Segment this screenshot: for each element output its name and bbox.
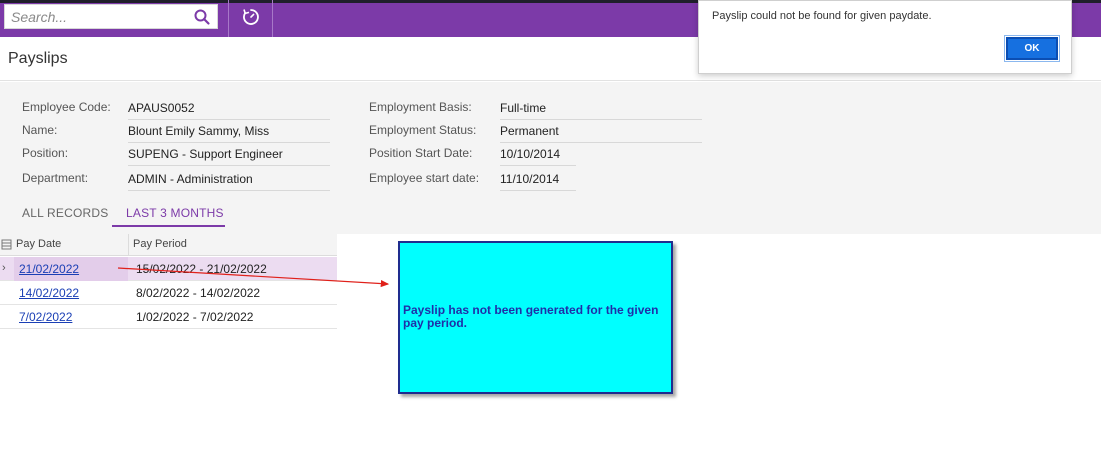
annotation-callout: Payslip has not been generated for the g… (398, 241, 673, 394)
employment-status-value: Permanent (500, 124, 702, 143)
dialog-message: Payslip could not be found for given pay… (712, 10, 932, 22)
table-row[interactable]: › 21/02/2022 15/02/2022 - 21/02/2022 (0, 257, 337, 281)
page-title: Payslips (8, 50, 68, 67)
toolbar-divider (228, 0, 229, 37)
grid-header: Pay Date Pay Period (0, 234, 337, 256)
name-value: Blount Emily Sammy, Miss (128, 124, 330, 143)
callout-text: Payslip has not been generated for the g… (403, 303, 659, 330)
table-row[interactable]: 7/02/2022 1/02/2022 - 7/02/2022 (0, 305, 337, 329)
grid-settings-icon[interactable] (1, 239, 12, 250)
search-input[interactable] (11, 8, 191, 26)
pay-date-link[interactable]: 21/02/2022 (19, 262, 79, 276)
search-icon[interactable] (193, 8, 211, 26)
toolbar-divider (272, 0, 273, 37)
position-label: Position: (22, 146, 69, 160)
position-value: SUPENG - Support Engineer (128, 147, 330, 166)
column-header-pay-period[interactable]: Pay Period (133, 238, 187, 250)
pay-period-cell: 1/02/2022 - 7/02/2022 (136, 310, 254, 324)
table-row[interactable]: 14/02/2022 8/02/2022 - 14/02/2022 (0, 281, 337, 305)
name-label: Name: (22, 123, 58, 137)
pay-period-cell: 15/02/2022 - 21/02/2022 (136, 262, 267, 276)
pay-period-cell: 8/02/2022 - 14/02/2022 (136, 286, 261, 300)
payslips-grid: Pay Date Pay Period › 21/02/2022 15/02/2… (0, 234, 337, 330)
tab-last-3-months[interactable]: LAST 3 MONTHS (126, 206, 224, 220)
message-dialog: Payslip could not be found for given pay… (698, 0, 1072, 74)
employment-basis-value: Full-time (500, 101, 702, 120)
active-tab-indicator (112, 225, 225, 227)
employee-code-value: APAUS0052 (128, 101, 330, 120)
employee-start-date-value: 11/10/2014 (500, 172, 576, 191)
timer-history-icon[interactable] (240, 6, 262, 28)
tab-all-records[interactable]: ALL RECORDS (22, 206, 108, 220)
ok-button[interactable]: OK (1004, 35, 1060, 62)
employment-basis-label: Employment Basis: (369, 100, 472, 114)
pay-date-link[interactable]: 7/02/2022 (19, 310, 72, 324)
employee-start-date-label: Employee start date: (369, 171, 480, 185)
pay-date-link[interactable]: 14/02/2022 (19, 286, 79, 300)
department-label: Department: (22, 171, 89, 185)
position-start-date-value: 10/10/2014 (500, 147, 576, 166)
search-box[interactable] (4, 4, 218, 29)
employee-code-label: Employee Code: (22, 100, 111, 114)
column-separator (128, 234, 129, 256)
department-value: ADMIN - Administration (128, 172, 330, 191)
row-expand-chevron-icon[interactable]: › (2, 262, 6, 274)
employment-status-label: Employment Status: (369, 123, 477, 137)
position-start-date-label: Position Start Date: (369, 146, 473, 160)
column-header-pay-date[interactable]: Pay Date (16, 238, 61, 250)
